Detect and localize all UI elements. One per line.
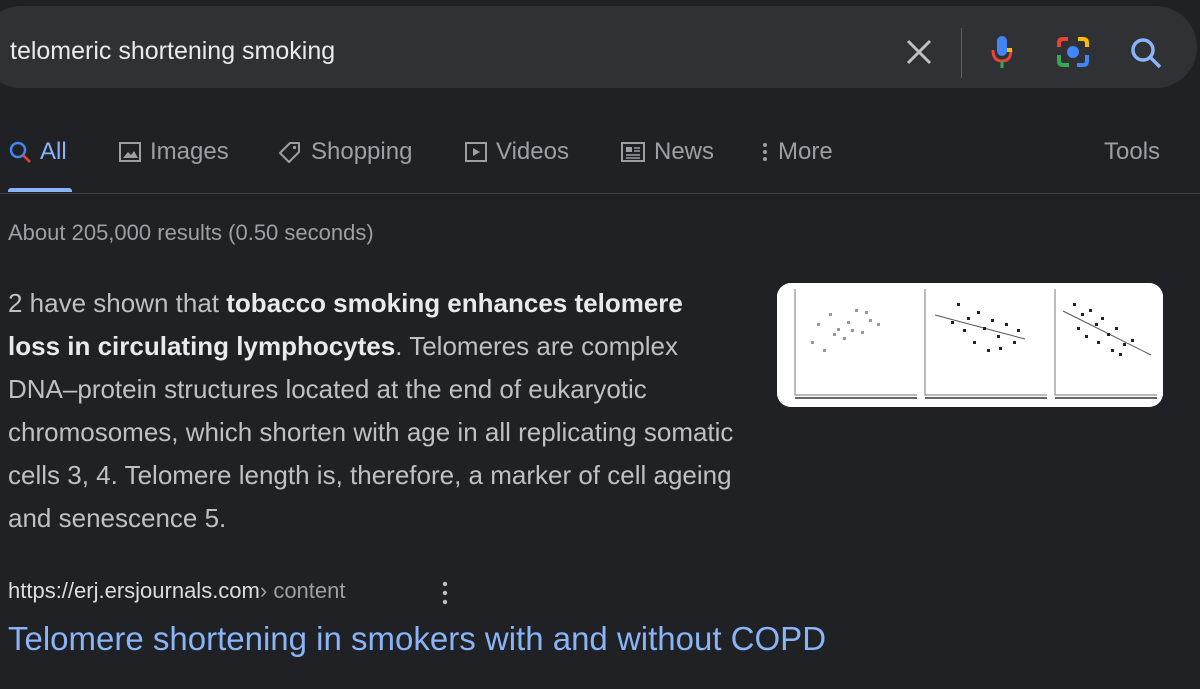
- tag-icon: [279, 142, 300, 163]
- search-icon[interactable]: [1126, 33, 1166, 73]
- newspaper-icon: [621, 142, 645, 162]
- tools-button[interactable]: Tools: [1104, 138, 1160, 166]
- tab-label: News: [654, 138, 715, 165]
- search-input[interactable]: telomeric shortening smoking: [10, 37, 335, 66]
- search-tabs: All Images Shopping Videos News More Too…: [0, 128, 1200, 194]
- result-url-path: › content: [259, 578, 346, 603]
- tab-label: Videos: [496, 138, 569, 165]
- camera-lens-icon[interactable]: [1054, 34, 1092, 70]
- tab-all[interactable]: All: [8, 138, 67, 166]
- featured-snippet-text: 2 have shown that tobacco smoking enhanc…: [8, 282, 738, 540]
- snippet-text-pre: 2 have shown that: [8, 288, 227, 318]
- kebab-icon: [763, 143, 767, 161]
- play-icon: [465, 142, 487, 162]
- result-url: https://erj.ersjournals.com: [8, 578, 260, 603]
- tab-images[interactable]: Images: [118, 138, 229, 166]
- result-title-link[interactable]: Telomere shortening in smokers with and …: [8, 620, 826, 658]
- more-options-icon[interactable]: [438, 578, 452, 608]
- tab-more[interactable]: More: [760, 138, 833, 166]
- tab-news[interactable]: News: [620, 138, 714, 166]
- search-bar[interactable]: telomeric shortening smoking: [0, 6, 1197, 88]
- tools-label: Tools: [1104, 138, 1161, 165]
- search-icon: [9, 141, 31, 163]
- snippet-text-post: . Telomeres are complex DNA–protein stru…: [8, 331, 734, 533]
- tab-label: More: [778, 138, 833, 165]
- search-divider: [961, 28, 962, 78]
- tab-label: Images: [150, 138, 229, 165]
- tabs-divider: [0, 193, 1200, 194]
- close-icon[interactable]: [900, 33, 938, 71]
- tab-label: All: [40, 138, 67, 165]
- result-citation[interactable]: https://erj.ersjournals.com › content: [8, 578, 448, 605]
- active-tab-indicator: [8, 188, 72, 192]
- microphone-icon[interactable]: [988, 33, 1016, 71]
- snippet-thumbnail-image[interactable]: [777, 283, 1163, 407]
- tab-shopping[interactable]: Shopping: [277, 138, 412, 166]
- result-stats: About 205,000 results (0.50 seconds): [8, 220, 374, 245]
- tab-videos[interactable]: Videos: [464, 138, 569, 166]
- image-icon: [119, 142, 141, 162]
- tab-label: Shopping: [311, 138, 413, 165]
